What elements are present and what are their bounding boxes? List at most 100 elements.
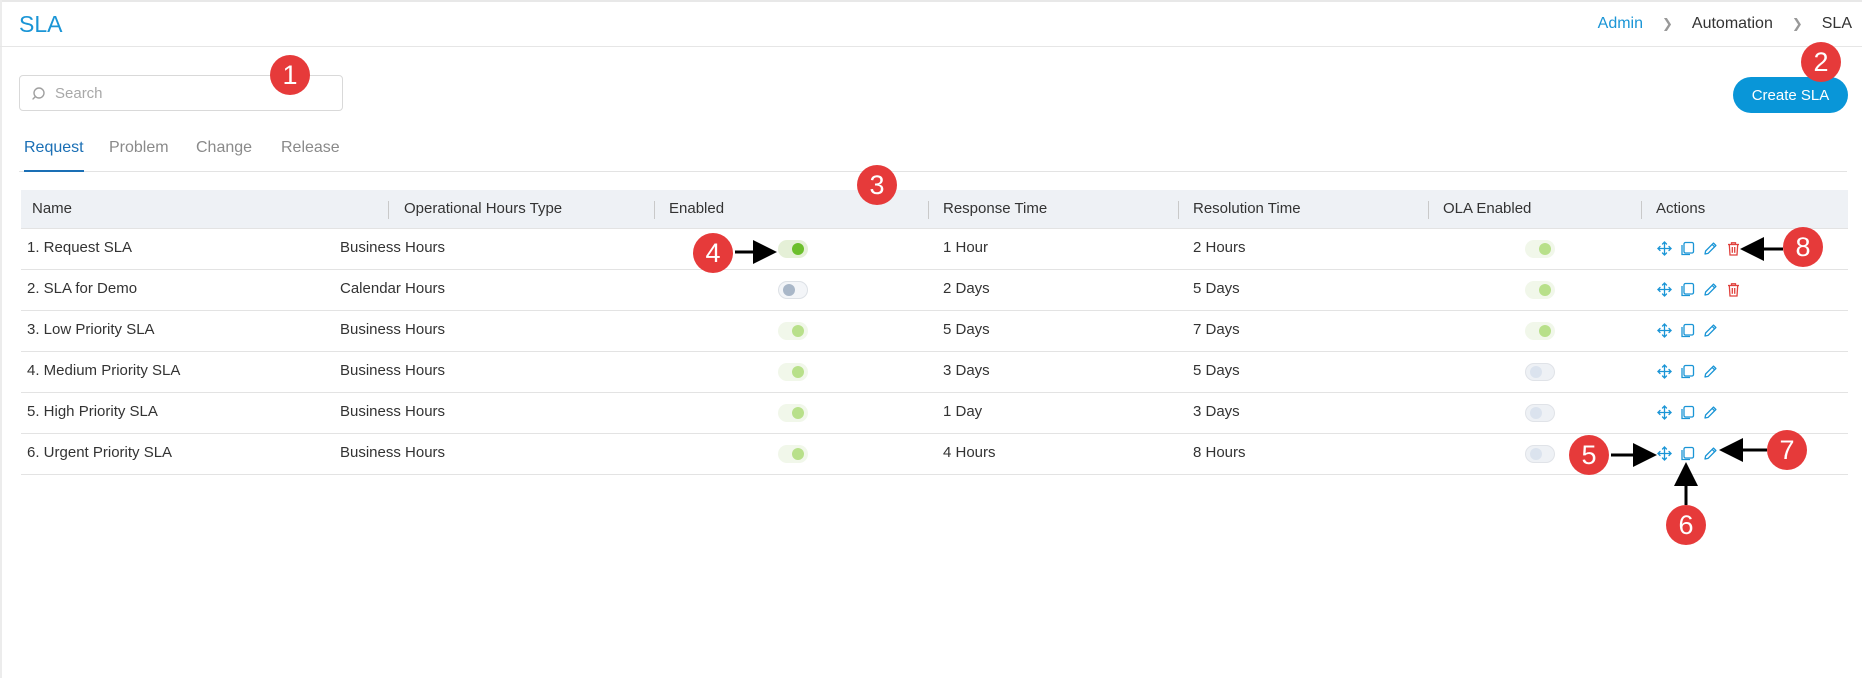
ola-enabled-toggle[interactable] <box>1525 363 1555 381</box>
left-border <box>0 0 2 678</box>
callout-badge-2: 2 <box>1801 42 1841 82</box>
cell-response-time: 1 Hour <box>943 239 989 256</box>
column-divider[interactable] <box>1428 201 1429 219</box>
cell-response-time: 3 Days <box>943 362 990 379</box>
toggle-knob <box>1530 448 1542 460</box>
tab-request[interactable]: Request <box>24 139 84 172</box>
move-icon[interactable] <box>1656 240 1673 257</box>
cell-response-time: 5 Days <box>943 321 990 338</box>
cell-name[interactable]: 3. Low Priority SLA <box>27 321 155 338</box>
create-sla-button[interactable]: Create SLA <box>1733 77 1848 113</box>
cell-resolution-time: 5 Days <box>1193 280 1240 297</box>
row-actions <box>1656 445 1719 462</box>
ola-enabled-toggle[interactable] <box>1525 404 1555 422</box>
tab-bar: Request Problem Change Release <box>19 135 1847 172</box>
enabled-toggle[interactable] <box>778 322 808 340</box>
column-divider[interactable] <box>1178 201 1179 219</box>
move-icon[interactable] <box>1656 363 1673 380</box>
table-row: 1. Request SLA Business Hours 1 Hour 2 Hour… <box>21 229 1848 270</box>
toggle-knob <box>1530 366 1542 378</box>
column-divider[interactable] <box>388 201 389 219</box>
copy-icon[interactable] <box>1679 281 1696 298</box>
edit-icon[interactable] <box>1702 240 1719 257</box>
edit-icon[interactable] <box>1702 445 1719 462</box>
column-header-ola-enabled[interactable]: OLA Enabled <box>1443 200 1531 217</box>
breadcrumb-admin[interactable]: Admin <box>1598 15 1643 33</box>
enabled-toggle[interactable] <box>778 281 808 299</box>
cell-name[interactable]: 1. Request SLA <box>27 239 132 256</box>
copy-icon[interactable] <box>1679 445 1696 462</box>
edit-icon[interactable] <box>1702 281 1719 298</box>
callout-badge-5: 5 <box>1569 435 1609 475</box>
column-divider[interactable] <box>1641 201 1642 219</box>
callout-badge-8: 8 <box>1783 227 1823 267</box>
ola-enabled-toggle[interactable] <box>1525 322 1555 340</box>
toggle-knob <box>1539 243 1551 255</box>
callout-badge-1: 1 <box>270 55 310 95</box>
cell-name[interactable]: 6. Urgent Priority SLA <box>27 444 172 461</box>
breadcrumb-automation[interactable]: Automation <box>1692 15 1773 33</box>
tab-problem[interactable]: Problem <box>109 139 169 172</box>
breadcrumb: Admin ❯ Automation ❯ SLA <box>1598 15 1852 33</box>
toggle-knob <box>1539 284 1551 296</box>
cell-name[interactable]: 5. High Priority SLA <box>27 403 158 420</box>
cell-resolution-time: 5 Days <box>1193 362 1240 379</box>
cell-resolution-time: 2 Hours <box>1193 239 1246 256</box>
trash-icon[interactable] <box>1725 281 1742 298</box>
toggle-knob <box>783 284 795 296</box>
move-icon[interactable] <box>1656 322 1673 339</box>
table-header: Name Operational Hours Type Enabled Resp… <box>21 190 1848 229</box>
cell-hours-type: Business Hours <box>340 239 446 256</box>
cell-resolution-time: 7 Days <box>1193 321 1240 338</box>
copy-icon[interactable] <box>1679 404 1696 421</box>
table-row: 4. Medium Priority SLA Business Hours 3 Da… <box>21 352 1848 393</box>
column-header-enabled[interactable]: Enabled <box>669 200 724 217</box>
column-divider[interactable] <box>654 201 655 219</box>
column-header-hours-type[interactable]: Operational Hours Type <box>404 200 562 217</box>
column-header-resolution-time[interactable]: Resolution Time <box>1193 200 1301 217</box>
ola-enabled-toggle[interactable] <box>1525 240 1555 258</box>
copy-icon[interactable] <box>1679 240 1696 257</box>
row-actions <box>1656 281 1742 298</box>
edit-icon[interactable] <box>1702 322 1719 339</box>
ola-enabled-toggle[interactable] <box>1525 281 1555 299</box>
copy-icon[interactable] <box>1679 322 1696 339</box>
cell-resolution-time: 3 Days <box>1193 403 1240 420</box>
column-header-name[interactable]: Name <box>32 200 72 217</box>
toggle-knob <box>1530 407 1542 419</box>
column-header-actions: Actions <box>1656 200 1706 217</box>
toggle-knob <box>792 325 804 337</box>
search-icon <box>32 87 45 100</box>
trash-icon[interactable] <box>1725 240 1742 257</box>
tab-change[interactable]: Change <box>196 139 252 172</box>
cell-response-time: 2 Days <box>943 280 990 297</box>
toggle-knob <box>1539 325 1551 337</box>
tab-release[interactable]: Release <box>281 139 340 172</box>
move-icon[interactable] <box>1656 404 1673 421</box>
column-header-response-time[interactable]: Response Time <box>943 200 1047 217</box>
table-row: 3. Low Priority SLA Business Hours 5 Days 7… <box>21 311 1848 352</box>
column-divider[interactable] <box>928 201 929 219</box>
edit-icon[interactable] <box>1702 404 1719 421</box>
cell-hours-type: Business Hours <box>340 444 446 461</box>
edit-icon[interactable] <box>1702 363 1719 380</box>
copy-icon[interactable] <box>1679 363 1696 380</box>
row-actions <box>1656 363 1719 380</box>
table-row: 2. SLA for Demo Calendar Hours 2 Days 5 Day… <box>21 270 1848 311</box>
cell-response-time: 1 Day <box>943 403 983 420</box>
table-body: 1. Request SLA Business Hours 1 Hour 2 Hour… <box>21 229 1848 475</box>
move-icon[interactable] <box>1656 445 1673 462</box>
enabled-toggle[interactable] <box>778 363 808 381</box>
cell-hours-type: Business Hours <box>340 403 446 420</box>
enabled-toggle[interactable] <box>778 445 808 463</box>
enabled-toggle[interactable] <box>778 404 808 422</box>
cell-hours-type: Business Hours <box>340 362 446 379</box>
page-header: SLA Admin ❯ Automation ❯ SLA <box>0 0 1862 47</box>
enabled-toggle[interactable] <box>778 240 808 258</box>
toggle-knob <box>792 243 804 255</box>
chevron-right-icon: ❯ <box>1791 16 1803 31</box>
ola-enabled-toggle[interactable] <box>1525 445 1555 463</box>
move-icon[interactable] <box>1656 281 1673 298</box>
cell-name[interactable]: 2. SLA for Demo <box>27 280 137 297</box>
cell-name[interactable]: 4. Medium Priority SLA <box>27 362 180 379</box>
